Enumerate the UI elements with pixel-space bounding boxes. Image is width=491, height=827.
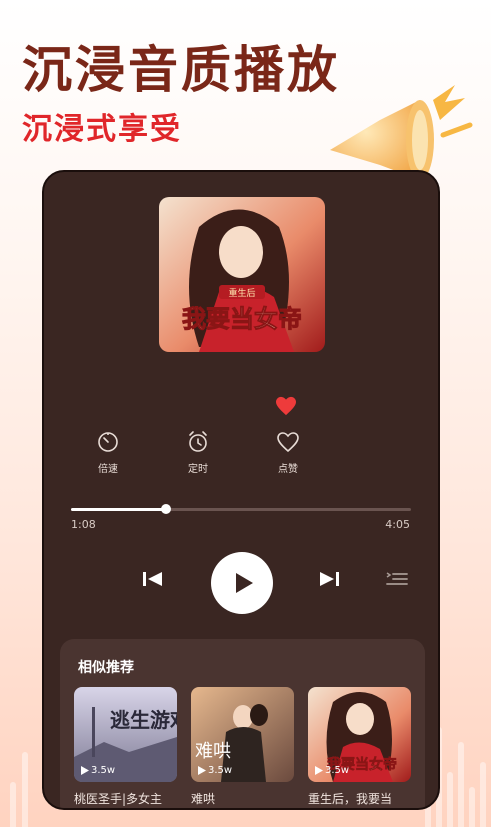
speed-button[interactable]: 倍速 [78,430,138,475]
timer-label: 定时 [188,464,208,475]
speed-icon [98,432,118,452]
speed-label: 倍速 [98,464,118,475]
promo-headline: 沉浸音质播放 [22,40,340,99]
recommendation-card[interactable]: 我要当女帝 3.5w 重生后，我要当 [308,687,411,807]
play-button[interactable] [211,552,273,614]
album-cover: 重生后 我要当女帝 [159,197,325,352]
heart-outline-icon [277,432,299,453]
favorite-heart-icon[interactable] [275,396,297,416]
player-panel: 重生后 我要当女帝 倍速 定时 点赞 1:08 4:05 相似推荐 逃生游 3.… [42,170,440,810]
play-icon [236,573,253,593]
card-cover: 难哄 3.5w [191,687,294,782]
progress-fill [71,508,167,511]
recommendation-card[interactable]: 难哄 3.5w 难哄 [191,687,294,807]
cover-title: 我要当女帝 [182,304,302,333]
similar-recommendations: 相似推荐 逃生游戏 3.5w 桃医圣手|多女主 [60,639,425,808]
card-title: 难哄 [191,792,216,806]
current-time: 1:08 [71,518,96,531]
playlist-icon[interactable] [386,570,408,588]
total-time: 4:05 [385,518,410,531]
play-count: 3.5w [315,765,349,776]
alarm-clock-icon [189,431,207,452]
progress-bar[interactable] [71,504,411,514]
cover-badge: 重生后 [228,287,255,299]
card-title: 重生后，我要当 [308,792,393,806]
like-button[interactable]: 点赞 [258,430,318,475]
progress-handle[interactable] [161,504,172,514]
previous-track-icon[interactable] [142,570,164,588]
play-small-icon [315,766,323,775]
play-count: 3.5w [198,765,232,776]
promo-subhead: 沉浸式享受 [22,112,182,147]
next-track-icon[interactable] [318,570,340,588]
similar-title: 相似推荐 [78,660,134,676]
card-cover: 我要当女帝 3.5w [308,687,411,782]
play-count: 3.5w [81,765,115,776]
timer-button[interactable]: 定时 [168,430,228,475]
card-cover: 逃生游戏 3.5w [74,687,177,782]
card-title: 桃医圣手|多女主 [74,792,163,806]
card-cover-text: 难哄 [195,741,231,762]
recommendation-card[interactable]: 逃生游戏 3.5w 桃医圣手|多女主 [74,687,177,807]
card-cover-text: 逃生游戏 [110,708,177,732]
play-small-icon [198,766,206,775]
like-label: 点赞 [278,464,298,475]
play-small-icon [81,766,89,775]
